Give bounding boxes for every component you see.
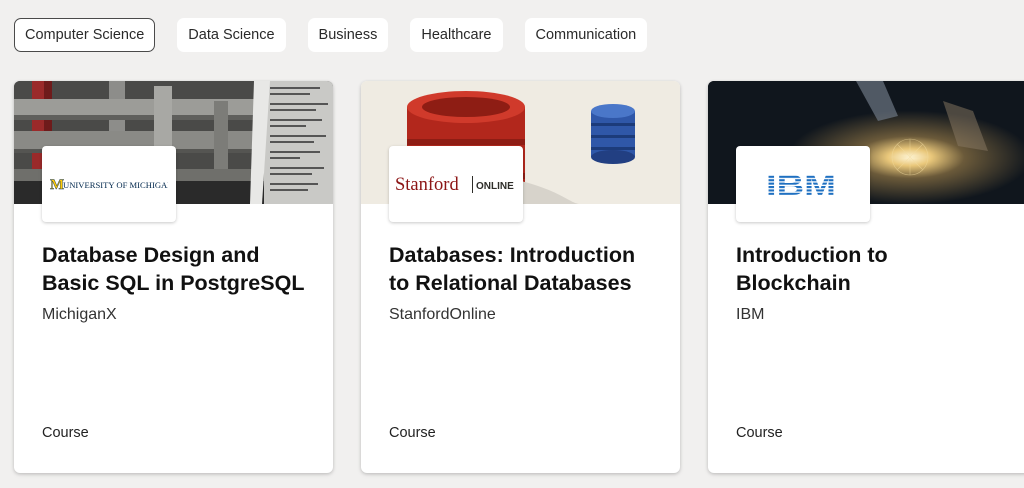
tab-communication[interactable]: Communication bbox=[524, 18, 648, 52]
course-organization: StanfordOnline bbox=[389, 306, 496, 323]
svg-text:IBM: IBM bbox=[766, 170, 836, 199]
course-type-label: Course bbox=[736, 425, 783, 441]
tab-data-science[interactable]: Data Science bbox=[177, 18, 286, 52]
tab-healthcare[interactable]: Healthcare bbox=[410, 18, 503, 52]
university-of-michigan-logo: M UNIVERSITY OF MICHIGAN bbox=[42, 146, 176, 222]
stanford-online-logo: Stanford ONLINE bbox=[389, 146, 523, 222]
course-title: Databases: Introduction to Relational Da… bbox=[389, 243, 636, 295]
course-card-blockchain[interactable]: IBM Introduction to Blockchain IBM Cours… bbox=[708, 81, 1024, 473]
course-card-postgresql[interactable]: M UNIVERSITY OF MICHIGAN Database Design… bbox=[14, 81, 333, 473]
course-organization: MichiganX bbox=[42, 306, 117, 323]
svg-text:Stanford: Stanford bbox=[395, 175, 459, 195]
course-title: Introduction to Blockchain bbox=[736, 243, 888, 295]
course-card-list: M UNIVERSITY OF MICHIGAN Database Design… bbox=[14, 81, 1024, 473]
course-type-label: Course bbox=[42, 425, 89, 441]
svg-text:ONLINE: ONLINE bbox=[476, 181, 514, 192]
course-card-relational-databases[interactable]: Stanford ONLINE Databases: Introduction … bbox=[361, 81, 680, 473]
tab-computer-science[interactable]: Computer Science bbox=[14, 18, 156, 52]
course-type-label: Course bbox=[389, 425, 436, 441]
ibm-logo: IBM bbox=[736, 146, 870, 222]
category-tabs: Computer Science Data Science Business H… bbox=[14, 18, 648, 52]
course-title: Database Design and Basic SQL in Postgre… bbox=[42, 243, 305, 295]
course-organization: IBM bbox=[736, 306, 765, 323]
tab-business[interactable]: Business bbox=[307, 18, 389, 52]
svg-text:UNIVERSITY OF MICHIGAN: UNIVERSITY OF MICHIGAN bbox=[63, 180, 168, 190]
